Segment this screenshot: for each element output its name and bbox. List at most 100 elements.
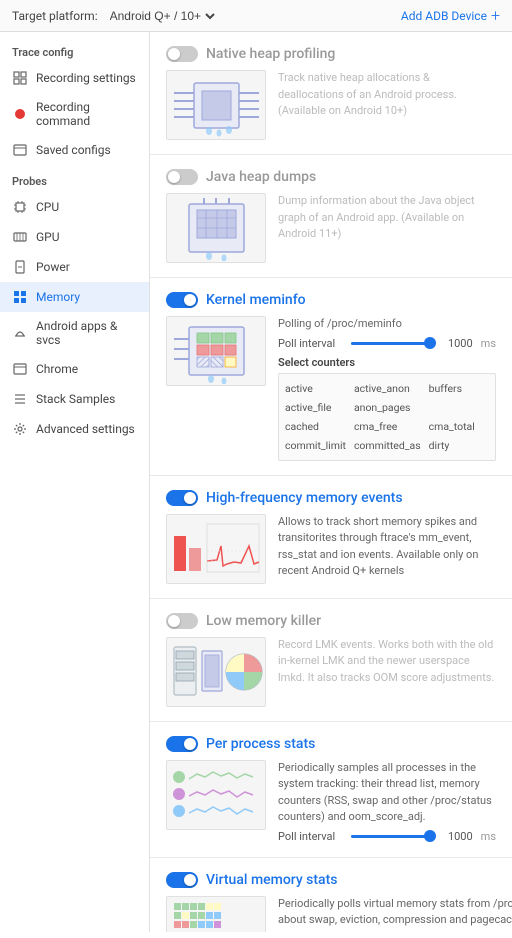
poll-interval-row: Poll interval 1000 ms (278, 337, 496, 350)
per-process-stats-header: Per process stats (166, 736, 496, 752)
native-heap-card: Native heap profiling (150, 32, 512, 155)
per-process-stats-desc: Periodically samples all processes in th… (278, 760, 496, 826)
virtual-memory-stats-card: Virtual memory stats (150, 858, 512, 933)
sidebar-item-android-apps[interactable]: Android apps & svcs (0, 312, 149, 354)
sidebar-item-label: Recording settings (36, 71, 136, 85)
per-process-poll-row: Poll interval 1000 ms (278, 830, 496, 843)
native-heap-desc: Track native heap allocations & dealloca… (278, 70, 496, 120)
counter-committed-as[interactable]: committed_as (354, 437, 421, 454)
sidebar-item-label: Saved configs (36, 143, 111, 157)
high-freq-title: High-frequency memory events (206, 490, 403, 506)
per-process-stats-image (166, 760, 266, 830)
low-memory-killer-body: Record LMK events. Works both with the o… (166, 637, 496, 707)
platform-select[interactable]: Android Q+ / 10+ (106, 8, 218, 24)
native-heap-title: Native heap profiling (206, 46, 335, 62)
high-freq-header: High-frequency memory events (166, 490, 496, 506)
java-heap-toggle[interactable] (166, 169, 198, 185)
low-memory-killer-title: Low memory killer (206, 613, 321, 629)
java-heap-title: Java heap dumps (206, 169, 316, 185)
high-freq-desc: Allows to track short memory spikes and … (278, 514, 496, 580)
kernel-meminfo-image (166, 316, 266, 386)
sidebar-item-saved-configs[interactable]: Saved configs (0, 135, 149, 165)
add-adb-label: Add ADB Device (401, 9, 487, 23)
virtual-memory-stats-header: Virtual memory stats (166, 872, 496, 888)
gpu-icon (12, 229, 28, 245)
counter-active-file[interactable]: active_file (285, 399, 346, 416)
kernel-meminfo-right: Polling of /proc/meminfo Poll interval 1… (278, 316, 496, 461)
virtual-memory-stats-title: Virtual memory stats (206, 872, 337, 888)
sidebar: Trace config Recording settings Recordin… (0, 32, 150, 932)
virtual-memory-stats-body: Periodically polls virtual memory stats … (166, 896, 496, 933)
power-icon (12, 259, 28, 275)
android-apps-icon (12, 325, 28, 341)
counter-anon-pages[interactable]: anon_pages (354, 399, 421, 416)
per-process-stats-toggle[interactable] (166, 736, 198, 752)
counter-commit-limit[interactable]: commit_limit (285, 437, 346, 454)
select-counters-label: Select counters (278, 356, 496, 369)
recording-settings-icon (12, 70, 28, 86)
probes-section-label: Probes (0, 165, 149, 192)
counter-active[interactable]: active (285, 380, 346, 397)
sidebar-item-stack-samples[interactable]: Stack Samples (0, 384, 149, 414)
counter-active-anon[interactable]: active_anon (354, 380, 421, 397)
poll-slider[interactable] (351, 342, 435, 345)
add-icon: + (491, 6, 500, 25)
java-heap-body: Dump information about the Java object g… (166, 193, 496, 263)
native-heap-body: Track native heap allocations & dealloca… (166, 70, 496, 140)
low-memory-killer-toggle[interactable] (166, 613, 198, 629)
per-process-poll-slider[interactable] (351, 835, 435, 838)
java-heap-desc: Dump information about the Java object g… (278, 193, 496, 243)
sidebar-item-label: GPU (36, 230, 60, 244)
per-process-stats-card: Per process stats (150, 722, 512, 858)
per-process-stats-body: Periodically samples all processes in th… (166, 760, 496, 843)
poll-label: Poll interval (278, 337, 343, 350)
memory-icon (12, 289, 28, 305)
sidebar-item-label: Memory (36, 290, 80, 304)
sidebar-item-recording-command[interactable]: Recording command (0, 93, 149, 135)
sidebar-item-recording-settings[interactable]: Recording settings (0, 63, 149, 93)
kernel-meminfo-card: Kernel meminfo (150, 278, 512, 476)
sidebar-item-memory[interactable]: Memory (0, 282, 149, 312)
kernel-meminfo-header: Kernel meminfo (166, 292, 496, 308)
virtual-memory-stats-desc: Periodically polls virtual memory stats … (278, 896, 512, 929)
low-memory-killer-image (166, 637, 266, 707)
sidebar-item-chrome[interactable]: Chrome (0, 354, 149, 384)
native-heap-image (166, 70, 266, 140)
sidebar-item-label: Chrome (36, 362, 78, 376)
trace-config-section-label: Trace config (0, 36, 149, 63)
counter-cached[interactable]: cached (285, 418, 346, 435)
high-freq-toggle[interactable] (166, 490, 198, 506)
cpu-icon (12, 199, 28, 215)
sidebar-item-gpu[interactable]: GPU (0, 222, 149, 252)
per-process-stats-title: Per process stats (206, 736, 315, 752)
stack-samples-icon (12, 391, 28, 407)
low-memory-killer-card: Low memory killer (150, 599, 512, 722)
counter-cma-free[interactable]: cma_free (354, 418, 421, 435)
select-counters-section: Select counters active active_anon buffe… (278, 356, 496, 461)
per-process-poll-unit: ms (481, 830, 496, 843)
per-process-poll-value: 1000 (443, 830, 473, 843)
java-heap-image (166, 193, 266, 263)
counter-empty1 (429, 399, 489, 416)
virtual-memory-stats-image (166, 896, 266, 933)
add-adb-button[interactable]: Add ADB Device + (401, 6, 500, 25)
sidebar-item-label: CPU (36, 200, 59, 214)
kernel-meminfo-body: Polling of /proc/meminfo Poll interval 1… (166, 316, 496, 461)
counter-cma-total[interactable]: cma_total (429, 418, 489, 435)
sidebar-item-advanced-settings[interactable]: Advanced settings (0, 414, 149, 444)
recording-command-icon (12, 106, 28, 122)
advanced-settings-icon (12, 421, 28, 437)
sidebar-item-label: Stack Samples (36, 392, 115, 406)
sidebar-item-cpu[interactable]: CPU (0, 192, 149, 222)
sidebar-item-power[interactable]: Power (0, 252, 149, 282)
sidebar-item-label: Power (36, 260, 70, 274)
kernel-meminfo-toggle[interactable] (166, 292, 198, 308)
counter-buffers[interactable]: buffers (429, 380, 489, 397)
sidebar-item-label: Recording command (36, 100, 137, 128)
poll-unit: ms (481, 337, 496, 350)
native-heap-toggle[interactable] (166, 46, 198, 62)
counter-dirty[interactable]: dirty (429, 437, 489, 454)
low-memory-killer-desc: Record LMK events. Works both with the o… (278, 637, 496, 687)
virtual-memory-stats-toggle[interactable] (166, 872, 198, 888)
java-heap-header: Java heap dumps (166, 169, 496, 185)
